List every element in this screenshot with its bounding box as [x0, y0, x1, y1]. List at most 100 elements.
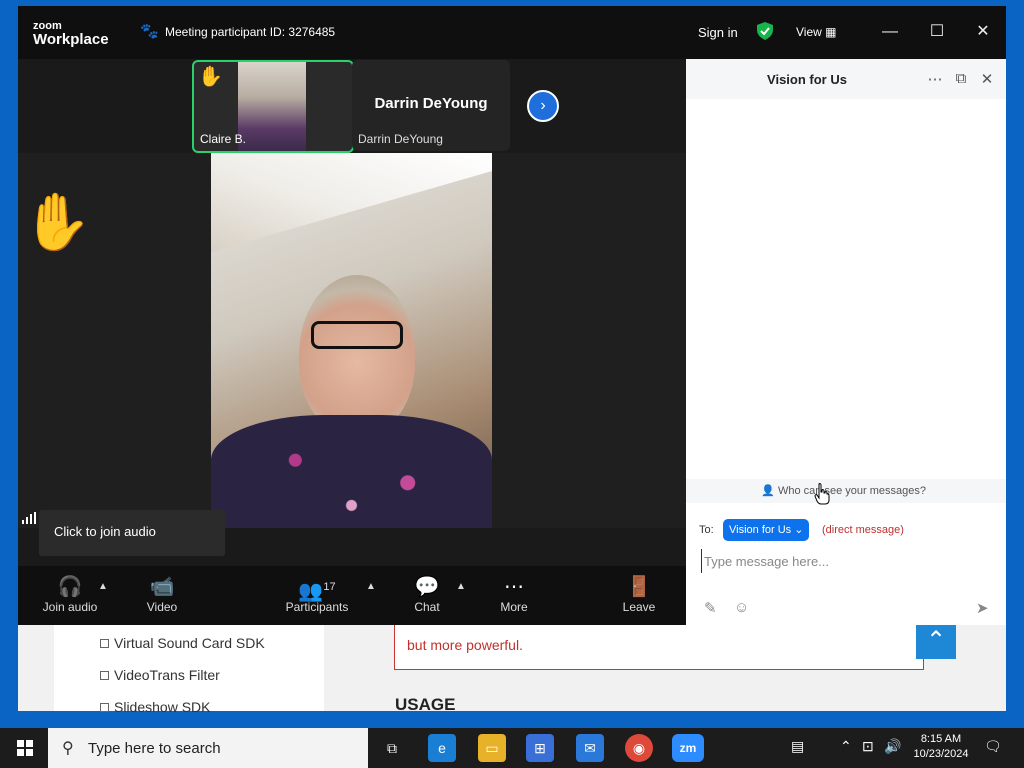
sign-in-button[interactable]: Sign in	[698, 25, 738, 40]
minimize-button[interactable]: —	[878, 20, 902, 44]
join-audio-tooltip: Click to join audio	[39, 510, 225, 556]
more-options-icon[interactable]: ⋯	[926, 70, 944, 88]
video-person-head	[299, 275, 415, 435]
logo-workplace-text: Workplace	[33, 31, 109, 48]
headphones-icon: 🎧	[57, 576, 83, 598]
video-glasses	[311, 321, 403, 349]
sidebar-link-videotrans-filter[interactable]: VideoTrans Filter	[100, 667, 220, 683]
leave-button[interactable]: 🚪 Leave	[622, 574, 656, 614]
next-page-button[interactable]: ›	[527, 90, 559, 122]
info-card: but more powerful.	[394, 625, 924, 670]
windows-start-icon[interactable]	[6, 728, 44, 768]
clock-date: 10/23/2024	[913, 748, 969, 760]
join-audio-button[interactable]: 🎧 Join audio	[40, 574, 100, 614]
sidebar-link-virtual-sound-card[interactable]: Virtual Sound Card SDK	[100, 635, 265, 651]
video-person-body	[211, 415, 492, 528]
audio-options-caret[interactable]: ▲	[98, 581, 108, 592]
close-chat-icon[interactable]: ✕	[978, 70, 996, 88]
signal-strength-icon[interactable]	[22, 512, 36, 524]
participants-paw-icon: 🐾	[140, 23, 159, 40]
message-visibility-bar[interactable]: 👤 Who can see your messages?	[686, 479, 1006, 503]
view-menu-button[interactable]: View ▦	[796, 25, 836, 39]
more-label: More	[500, 600, 528, 614]
pop-out-icon[interactable]: ⧉	[952, 70, 970, 88]
raised-hand-icon: ✋	[22, 190, 92, 253]
desktop-icon[interactable]	[4, 60, 18, 74]
participant-count: 17	[323, 581, 336, 593]
video-off-icon: 📹	[149, 576, 175, 598]
thumbnail-strip: ✋ Claire B. Darrin DeYoung Darrin DeYoun…	[18, 59, 686, 153]
more-button[interactable]: ⋯ More	[498, 574, 530, 614]
raised-hand-icon: ✋	[198, 66, 223, 88]
chat-button[interactable]: 💬 Chat	[412, 574, 442, 614]
search-placeholder: Type here to search	[88, 740, 221, 757]
volume-icon[interactable]: 🔊	[884, 738, 901, 755]
video-label: Video	[146, 600, 178, 614]
participants-options-caret[interactable]: ▲	[366, 581, 376, 592]
background-browser-page: Virtual Sound Card SDK VideoTrans Filter…	[18, 623, 1006, 715]
chevron-down-icon: ⌄	[794, 524, 804, 536]
participants-button[interactable]: 👥17 Participants	[284, 574, 350, 614]
scroll-to-top-button[interactable]: ⌃	[916, 623, 956, 659]
participants-label: Participants	[285, 600, 349, 614]
show-hidden-icons-chevron[interactable]: ⌃	[840, 738, 852, 755]
video-button[interactable]: 📹 Video	[142, 574, 182, 614]
news-widget-icon[interactable]: ▤	[791, 738, 804, 755]
participant-video	[238, 62, 306, 151]
maximize-button[interactable]: ☐	[925, 20, 949, 44]
direct-message-label: (direct message)	[822, 524, 904, 536]
recipient-dropdown[interactable]: Vision for Us ⌄	[723, 519, 810, 541]
notifications-icon[interactable]: 🗨	[984, 738, 1002, 755]
chrome-icon[interactable]: ◉	[625, 734, 653, 762]
meeting-toolbar: 🎧 Join audio ▲ 📹 Video 👥17 Participants …	[18, 566, 686, 625]
leave-door-icon: 🚪	[626, 576, 652, 598]
mail-icon[interactable]: ✉	[576, 734, 604, 762]
sidebar-link-slideshow-sdk[interactable]: Slideshow SDK	[100, 699, 211, 715]
encryption-shield-icon[interactable]	[757, 22, 773, 40]
network-icon[interactable]: ⊡	[862, 738, 874, 755]
active-speaker-view: ✋	[18, 153, 686, 528]
participant-thumbnail[interactable]: Darrin DeYoung Darrin DeYoung	[352, 60, 510, 151]
leave-label: Leave	[622, 600, 656, 614]
chat-panel: Vision for Us ⋯ ⧉ ✕ 👤 Who can see your m…	[686, 59, 1006, 625]
speaker-video	[211, 153, 492, 528]
chat-label: Chat	[414, 600, 440, 614]
tooltip-text: Click to join audio	[54, 524, 156, 539]
task-view-icon[interactable]: ⧉	[378, 734, 406, 762]
person-lock-icon: 👤	[761, 485, 775, 497]
search-icon: ⚲	[62, 740, 74, 757]
message-input[interactable]	[701, 549, 996, 573]
zoom-window: zoom Workplace 🐾 Meeting participant ID:…	[18, 6, 1006, 625]
chevron-right-icon: ›	[540, 97, 546, 114]
chat-options-caret[interactable]: ▲	[456, 581, 466, 592]
chat-header: Vision for Us ⋯ ⧉ ✕	[686, 59, 1006, 99]
grid-view-icon: ▦	[825, 25, 837, 39]
edge-icon[interactable]: e	[428, 734, 456, 762]
more-dots-icon: ⋯	[504, 576, 524, 598]
to-label: To:	[699, 524, 714, 536]
close-window-button[interactable]: ✕	[971, 20, 995, 44]
chevron-up-icon: ⌃	[925, 627, 947, 654]
windows-taskbar: ⚲ Type here to search ⧉ e ▭ ⊞ ✉ ◉ zm ▤ ⌃…	[0, 728, 1024, 768]
participant-display-name: Darrin DeYoung	[374, 95, 488, 112]
clock-time: 8:15 AM	[920, 733, 962, 745]
store-icon[interactable]: ⊞	[526, 734, 554, 762]
chat-icon: 💬	[414, 576, 440, 598]
participant-name: Darrin DeYoung	[358, 132, 443, 146]
meeting-participant-id: Meeting participant ID: 3276485	[165, 25, 336, 39]
usage-heading: USAGE	[395, 695, 456, 714]
title-bar: zoom Workplace 🐾 Meeting participant ID:…	[18, 6, 1006, 59]
sdk-sidebar: Virtual Sound Card SDK VideoTrans Filter…	[54, 625, 324, 715]
join-audio-label: Join audio	[42, 600, 98, 614]
format-text-icon[interactable]: ✎	[704, 599, 717, 617]
who-can-see-link[interactable]: Who can see your messages?	[778, 485, 926, 497]
emoji-icon[interactable]: ☺	[734, 599, 749, 616]
file-explorer-icon[interactable]: ▭	[478, 734, 506, 762]
participant-name: Claire B.	[200, 132, 247, 146]
taskbar-clock[interactable]: 8:15 AM 10/23/2024	[906, 732, 976, 762]
participant-thumbnail[interactable]: ✋ Claire B.	[192, 60, 354, 153]
zoom-app-icon[interactable]: zm	[672, 734, 704, 762]
send-icon[interactable]: ➤	[976, 599, 989, 617]
hand-cursor-icon	[814, 483, 830, 505]
chat-title: Vision for Us	[767, 72, 847, 87]
